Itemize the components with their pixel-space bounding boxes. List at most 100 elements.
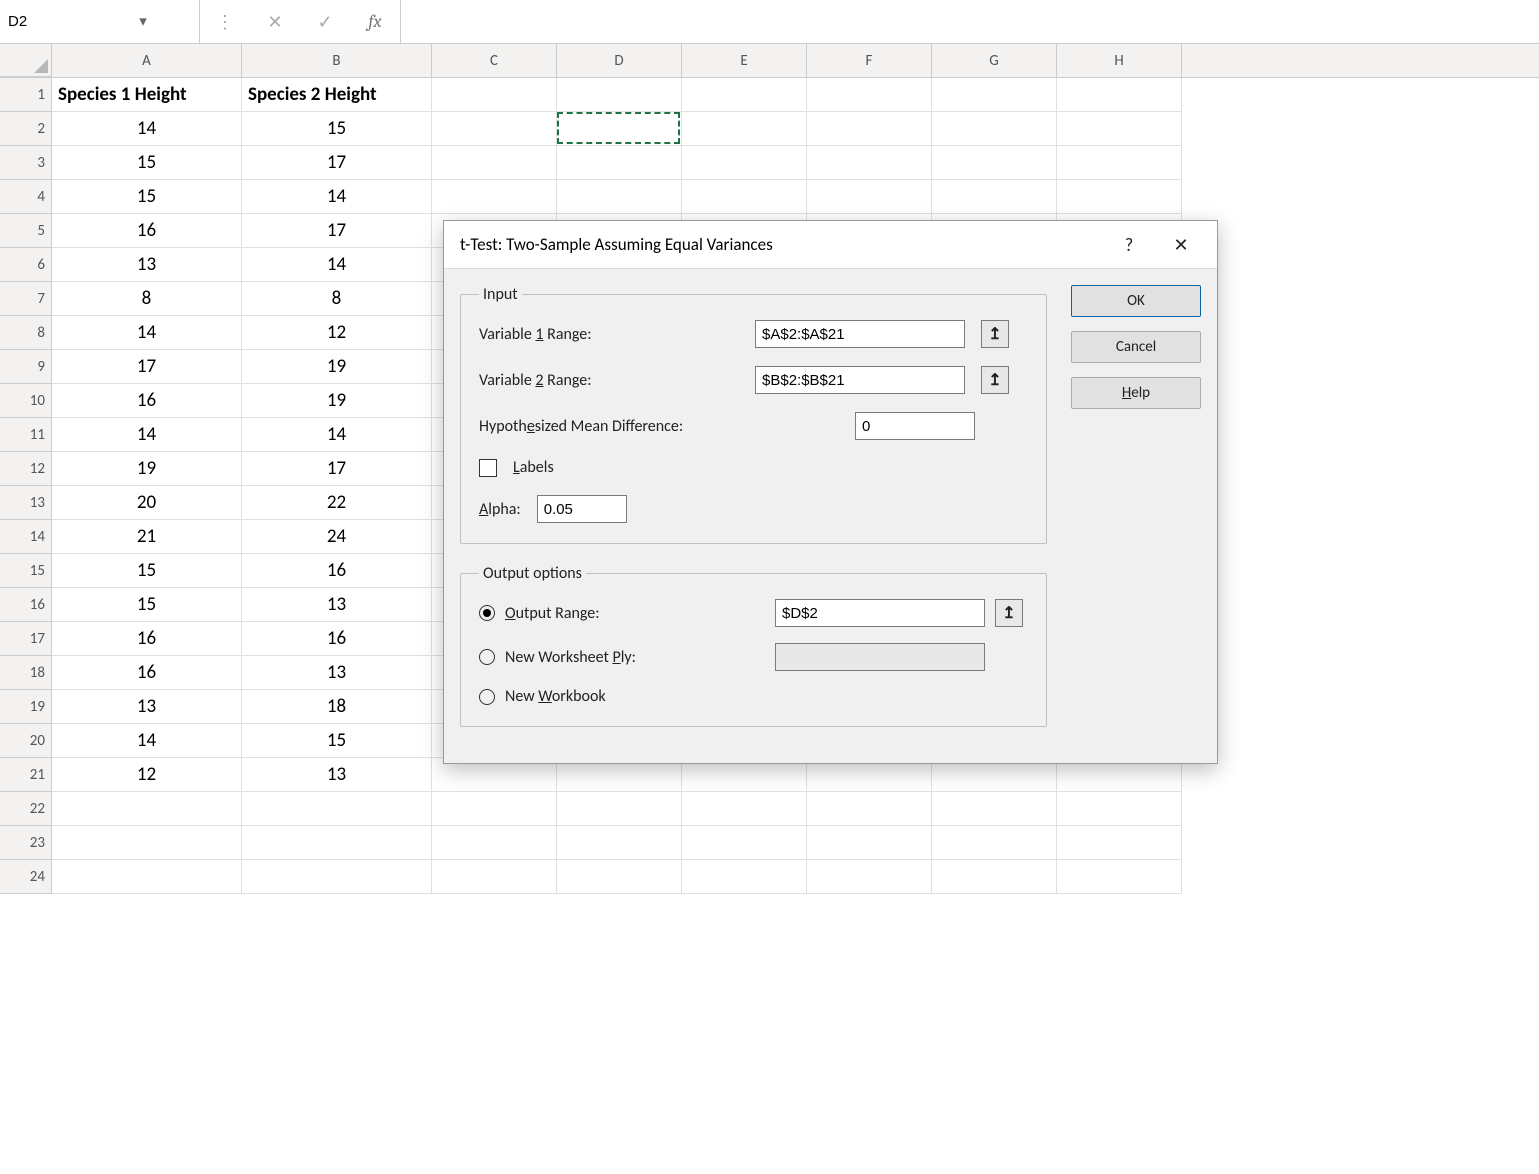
cell-F3[interactable]: [807, 146, 932, 180]
cell-A16[interactable]: 15: [52, 588, 242, 622]
row-header-18[interactable]: 18: [0, 656, 51, 690]
cell-A9[interactable]: 17: [52, 350, 242, 384]
cell-B21[interactable]: 13: [242, 758, 432, 792]
cell-H4[interactable]: [1057, 180, 1182, 214]
cell-A14[interactable]: 21: [52, 520, 242, 554]
hypothesized-mean-input[interactable]: [855, 412, 975, 440]
new-worksheet-radio[interactable]: [479, 649, 495, 665]
cell-B13[interactable]: 22: [242, 486, 432, 520]
cell-G22[interactable]: [932, 792, 1057, 826]
column-header-A[interactable]: A: [52, 44, 242, 77]
name-box[interactable]: ▾: [0, 0, 200, 43]
cell-B8[interactable]: 12: [242, 316, 432, 350]
select-all-corner[interactable]: [0, 44, 52, 77]
options-icon[interactable]: ⋮: [200, 0, 250, 43]
cell-A19[interactable]: 13: [52, 690, 242, 724]
cell-A22[interactable]: [52, 792, 242, 826]
cell-A17[interactable]: 16: [52, 622, 242, 656]
cancel-formula-icon[interactable]: ✕: [250, 0, 300, 43]
cell-A3[interactable]: 15: [52, 146, 242, 180]
column-header-B[interactable]: B: [242, 44, 432, 77]
column-header-E[interactable]: E: [682, 44, 807, 77]
cell-C3[interactable]: [432, 146, 557, 180]
output-range-picker[interactable]: ↥: [995, 599, 1023, 627]
dialog-titlebar[interactable]: t-Test: Two-Sample Assuming Equal Varian…: [444, 221, 1217, 269]
row-header-6[interactable]: 6: [0, 248, 51, 282]
cell-C22[interactable]: [432, 792, 557, 826]
cell-A20[interactable]: 14: [52, 724, 242, 758]
var1-range-picker[interactable]: ↥: [981, 320, 1009, 348]
cell-H1[interactable]: [1057, 78, 1182, 112]
cell-A7[interactable]: 8: [52, 282, 242, 316]
row-header-3[interactable]: 3: [0, 146, 51, 180]
cell-B4[interactable]: 14: [242, 180, 432, 214]
cell-reference-input[interactable]: [8, 13, 128, 30]
var2-range-input[interactable]: [755, 366, 965, 394]
cell-D4[interactable]: [557, 180, 682, 214]
insert-function-button[interactable]: fx: [350, 0, 400, 43]
row-header-8[interactable]: 8: [0, 316, 51, 350]
cell-B10[interactable]: 19: [242, 384, 432, 418]
ok-button[interactable]: OK: [1071, 285, 1201, 317]
cell-B16[interactable]: 13: [242, 588, 432, 622]
row-header-19[interactable]: 19: [0, 690, 51, 724]
labels-checkbox[interactable]: [479, 459, 497, 477]
help-icon[interactable]: ?: [1103, 222, 1155, 268]
cell-B5[interactable]: 17: [242, 214, 432, 248]
cell-F24[interactable]: [807, 860, 932, 894]
output-range-input[interactable]: [775, 599, 985, 627]
cell-B3[interactable]: 17: [242, 146, 432, 180]
cell-A18[interactable]: 16: [52, 656, 242, 690]
cell-H24[interactable]: [1057, 860, 1182, 894]
cell-A15[interactable]: 15: [52, 554, 242, 588]
row-header-15[interactable]: 15: [0, 554, 51, 588]
var1-range-input[interactable]: [755, 320, 965, 348]
cell-E4[interactable]: [682, 180, 807, 214]
row-header-2[interactable]: 2: [0, 112, 51, 146]
column-header-C[interactable]: C: [432, 44, 557, 77]
cell-B6[interactable]: 14: [242, 248, 432, 282]
cell-E2[interactable]: [682, 112, 807, 146]
cell-G1[interactable]: [932, 78, 1057, 112]
cell-B15[interactable]: 16: [242, 554, 432, 588]
cell-G4[interactable]: [932, 180, 1057, 214]
cell-F23[interactable]: [807, 826, 932, 860]
var2-range-picker[interactable]: ↥: [981, 366, 1009, 394]
cell-B2[interactable]: 15: [242, 112, 432, 146]
row-header-23[interactable]: 23: [0, 826, 51, 860]
cell-A4[interactable]: 15: [52, 180, 242, 214]
cell-B20[interactable]: 15: [242, 724, 432, 758]
cell-B7[interactable]: 8: [242, 282, 432, 316]
cell-E22[interactable]: [682, 792, 807, 826]
cell-C4[interactable]: [432, 180, 557, 214]
cell-F2[interactable]: [807, 112, 932, 146]
cell-A10[interactable]: 16: [52, 384, 242, 418]
cell-C23[interactable]: [432, 826, 557, 860]
cell-A24[interactable]: [52, 860, 242, 894]
cell-B17[interactable]: 16: [242, 622, 432, 656]
row-header-1[interactable]: 1: [0, 78, 51, 112]
help-button[interactable]: Help: [1071, 377, 1201, 409]
alpha-input[interactable]: [537, 495, 627, 523]
cell-C1[interactable]: [432, 78, 557, 112]
cell-A2[interactable]: 14: [52, 112, 242, 146]
cell-C24[interactable]: [432, 860, 557, 894]
name-box-dropdown[interactable]: ▾: [128, 0, 158, 43]
cell-A12[interactable]: 19: [52, 452, 242, 486]
row-header-14[interactable]: 14: [0, 520, 51, 554]
cell-E1[interactable]: [682, 78, 807, 112]
cell-B9[interactable]: 19: [242, 350, 432, 384]
cell-D22[interactable]: [557, 792, 682, 826]
column-header-H[interactable]: H: [1057, 44, 1182, 77]
row-header-4[interactable]: 4: [0, 180, 51, 214]
cell-B23[interactable]: [242, 826, 432, 860]
cell-H3[interactable]: [1057, 146, 1182, 180]
cell-H2[interactable]: [1057, 112, 1182, 146]
column-header-G[interactable]: G: [932, 44, 1057, 77]
cell-B24[interactable]: [242, 860, 432, 894]
cell-E3[interactable]: [682, 146, 807, 180]
new-workbook-radio[interactable]: [479, 689, 495, 705]
cell-C2[interactable]: [432, 112, 557, 146]
row-header-7[interactable]: 7: [0, 282, 51, 316]
cell-H22[interactable]: [1057, 792, 1182, 826]
